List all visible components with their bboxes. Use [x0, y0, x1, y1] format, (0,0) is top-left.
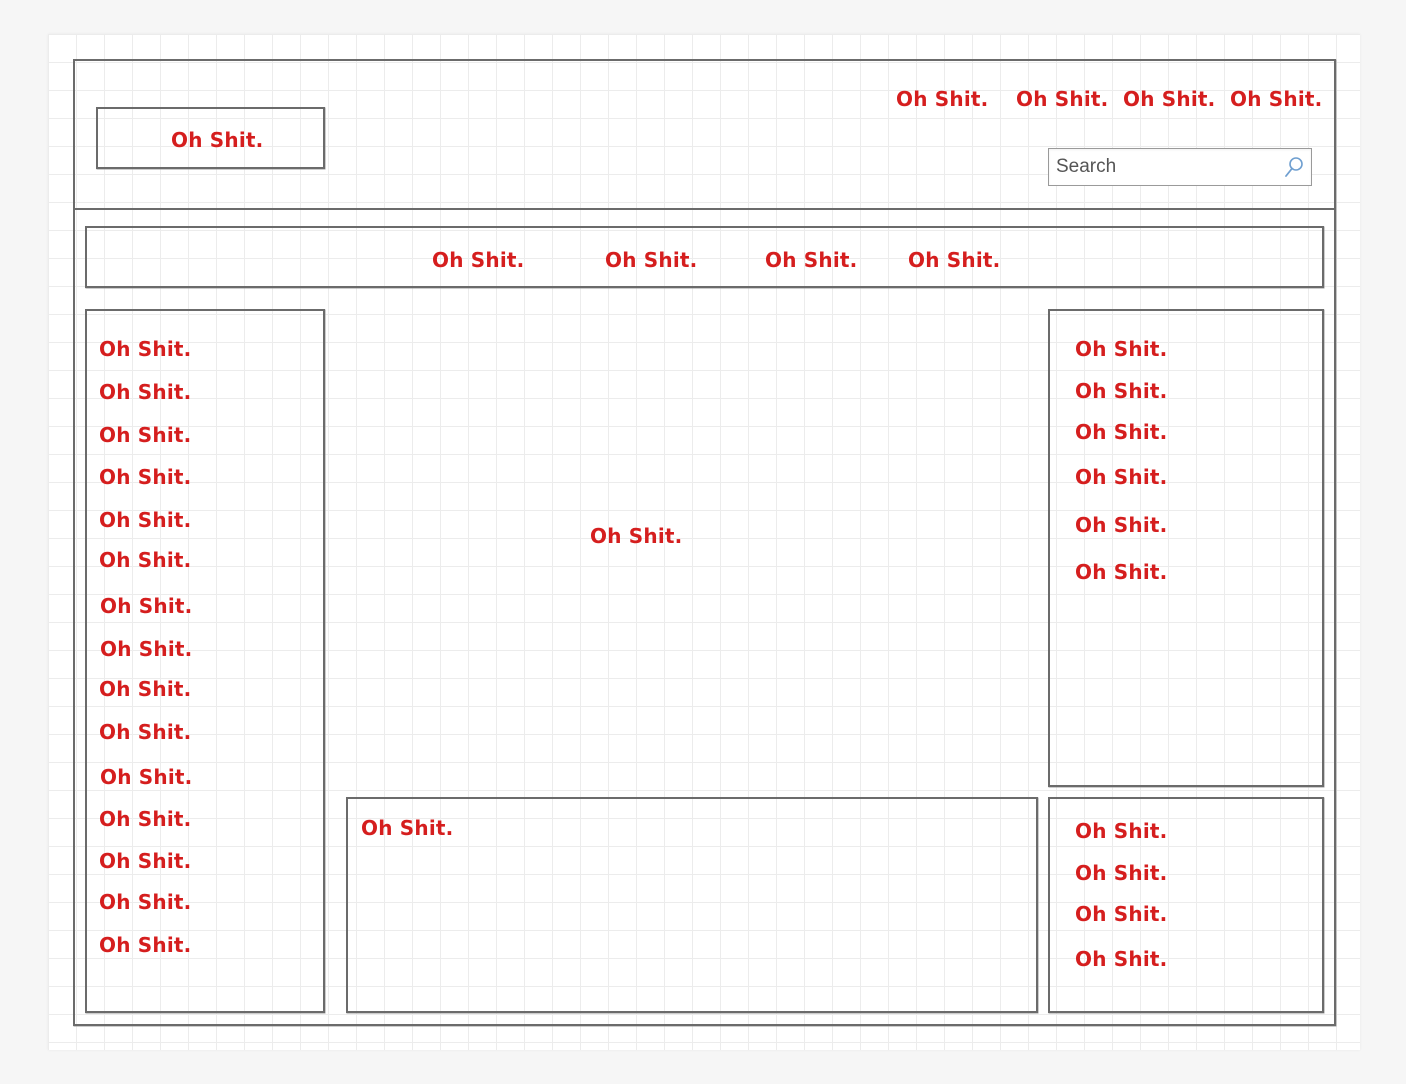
top-nav-link-1[interactable]: Oh Shit. [896, 87, 988, 111]
left-sidebar-item[interactable]: Oh Shit. [99, 508, 191, 532]
search-icon[interactable] [1283, 155, 1305, 179]
top-nav-link-4[interactable]: Oh Shit. [1230, 87, 1322, 111]
right-bottom-item[interactable]: Oh Shit. [1075, 819, 1167, 843]
right-sidebar-item[interactable]: Oh Shit. [1075, 560, 1167, 584]
main-nav-item-3[interactable]: Oh Shit. [765, 248, 857, 272]
right-sidebar-item[interactable]: Oh Shit. [1075, 420, 1167, 444]
logo-label: Oh Shit. [171, 128, 264, 152]
left-sidebar-item[interactable]: Oh Shit. [100, 637, 192, 661]
left-sidebar-item[interactable]: Oh Shit. [99, 720, 191, 744]
right-sidebar-item[interactable]: Oh Shit. [1075, 379, 1167, 403]
main-nav-item-2[interactable]: Oh Shit. [605, 248, 697, 272]
main-nav-bar [85, 226, 1324, 288]
left-sidebar-item[interactable]: Oh Shit. [100, 765, 192, 789]
left-sidebar-item[interactable]: Oh Shit. [99, 890, 191, 914]
left-sidebar-item[interactable]: Oh Shit. [99, 337, 191, 361]
search-input[interactable] [1049, 149, 1286, 185]
left-sidebar-item[interactable]: Oh Shit. [99, 677, 191, 701]
left-sidebar-item[interactable]: Oh Shit. [99, 423, 191, 447]
right-bottom-item[interactable]: Oh Shit. [1075, 861, 1167, 885]
left-sidebar-item[interactable]: Oh Shit. [99, 933, 191, 957]
top-nav-link-2[interactable]: Oh Shit. [1016, 87, 1108, 111]
left-sidebar-item[interactable]: Oh Shit. [99, 465, 191, 489]
left-sidebar-item[interactable]: Oh Shit. [99, 849, 191, 873]
bottom-content-text: Oh Shit. [361, 816, 454, 840]
left-sidebar-item[interactable]: Oh Shit. [99, 548, 191, 572]
main-nav-item-4[interactable]: Oh Shit. [908, 248, 1000, 272]
left-sidebar-item[interactable]: Oh Shit. [100, 594, 192, 618]
right-bottom-item[interactable]: Oh Shit. [1075, 902, 1167, 926]
right-sidebar-item[interactable]: Oh Shit. [1075, 513, 1167, 537]
header-divider [73, 208, 1336, 210]
right-sidebar-item[interactable]: Oh Shit. [1075, 465, 1167, 489]
main-content-text: Oh Shit. [590, 524, 683, 548]
search-box[interactable] [1048, 148, 1312, 186]
right-sidebar-item[interactable]: Oh Shit. [1075, 337, 1167, 361]
right-bottom-item[interactable]: Oh Shit. [1075, 947, 1167, 971]
top-nav-link-3[interactable]: Oh Shit. [1123, 87, 1215, 111]
left-sidebar-item[interactable]: Oh Shit. [99, 807, 191, 831]
main-nav-item-1[interactable]: Oh Shit. [432, 248, 524, 272]
left-sidebar-item[interactable]: Oh Shit. [99, 380, 191, 404]
